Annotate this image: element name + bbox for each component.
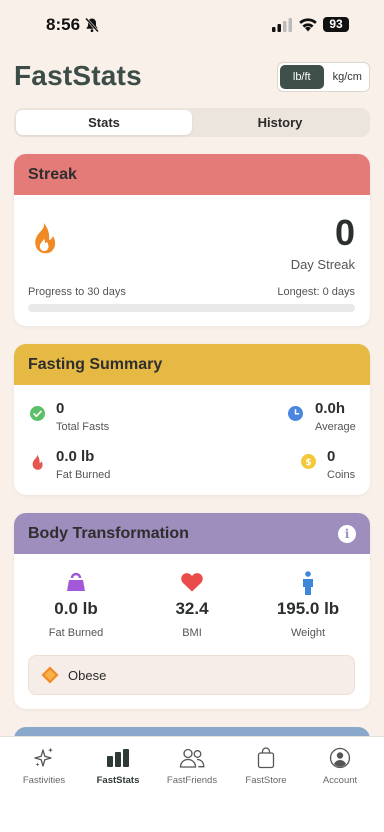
fasting-summary-header: Fasting Summary xyxy=(14,344,370,385)
heart-icon xyxy=(181,573,203,592)
streak-progress-bar xyxy=(28,304,355,312)
streak-progress-label: Progress to 30 days xyxy=(28,286,126,298)
tab-bar-label: FastFriends xyxy=(166,775,218,786)
fasting-summary-title: Fasting Summary xyxy=(28,355,163,373)
shopping-bag-icon xyxy=(257,747,275,769)
person-icon xyxy=(303,571,313,595)
tab-bar-item-faststore[interactable]: FastStore xyxy=(228,745,304,786)
svg-text:$: $ xyxy=(305,458,311,468)
bmi-metric: 32.4 BMI xyxy=(137,571,247,639)
body-transformation-title: Body Transformation xyxy=(28,524,189,542)
weight-metric-value: 195.0 lb xyxy=(276,599,340,618)
sparkles-icon xyxy=(34,747,54,767)
streak-count-label: Day Streak xyxy=(290,257,355,272)
total-fasts-value: 0 xyxy=(56,400,65,417)
tab-history[interactable]: History xyxy=(192,110,368,135)
streak-count: 0 xyxy=(334,212,355,253)
tab-bar-label: Fastivities xyxy=(22,775,66,786)
view-tabs: Stats History xyxy=(14,108,370,137)
bottom-tab-bar: Fastivities FastStats FastFriends FastSt… xyxy=(0,736,384,832)
status-time: 8:56 xyxy=(46,15,81,34)
longest-streak-label: Longest: 0 days xyxy=(277,286,355,298)
people-icon xyxy=(179,748,205,768)
unit-option-imperial[interactable]: lb/ft xyxy=(280,65,324,89)
tab-stats[interactable]: Stats xyxy=(16,110,192,135)
fat-burned-metric-label: Fat Burned xyxy=(48,627,104,639)
streak-card: Streak 0 Day Streak Progress to 30 days … xyxy=(14,154,370,326)
average-stat: 0.0h Average xyxy=(288,400,358,436)
fat-burned-metric-value: 0.0 lb xyxy=(54,599,98,618)
cellular-signal-icon xyxy=(272,18,292,32)
battery-indicator: 93 xyxy=(323,17,349,32)
streak-title: Streak xyxy=(28,165,77,183)
tab-bar-item-faststats[interactable]: FastStats xyxy=(80,745,156,786)
average-value: 0.0h xyxy=(315,400,346,417)
coins-label: Coins xyxy=(327,469,356,481)
fasting-summary-card: Fasting Summary 0 Total Fasts 0.0h Avera… xyxy=(14,344,370,495)
status-bar: 8:56 93 xyxy=(0,0,384,50)
tab-bar-label: Account xyxy=(322,775,358,786)
fat-burned-label: Fat Burned xyxy=(56,469,111,481)
person-circle-icon xyxy=(329,747,351,769)
fat-burned-stat: 0.0 lb Fat Burned xyxy=(30,448,150,484)
bmi-category-label: Obese xyxy=(68,667,107,683)
kettlebell-icon xyxy=(67,572,85,591)
bar-chart-icon xyxy=(107,749,129,767)
total-fasts-stat: 0 Total Fasts xyxy=(30,400,150,436)
body-transformation-card: Body Transformation i 0.0 lb Fat Burned … xyxy=(14,513,370,709)
bmi-category-badge: Obese xyxy=(28,655,355,695)
page-title: FastStats xyxy=(14,60,142,91)
total-fasts-label: Total Fasts xyxy=(56,421,110,433)
tab-bar-item-fastfriends[interactable]: FastFriends xyxy=(154,745,230,786)
tab-bar-item-account[interactable]: Account xyxy=(302,745,378,786)
unit-option-metric[interactable]: kg/cm xyxy=(326,63,370,91)
weight-metric: 195.0 lb Weight xyxy=(253,571,363,639)
average-label: Average xyxy=(315,421,356,433)
bell-off-icon xyxy=(85,17,99,33)
bmi-metric-value: 32.4 xyxy=(175,599,209,618)
coins-value: 0 xyxy=(327,448,336,465)
unit-toggle[interactable]: lb/ft kg/cm xyxy=(277,62,370,92)
tab-bar-label: FastStats xyxy=(96,775,140,786)
body-transformation-header: Body Transformation i xyxy=(14,513,370,554)
weight-metric-label: Weight xyxy=(290,627,326,639)
flame-icon xyxy=(32,454,43,470)
streak-card-header: Streak xyxy=(14,154,370,195)
wifi-icon xyxy=(299,18,317,32)
fat-burned-metric: 0.0 lb Fat Burned xyxy=(21,571,131,639)
tab-bar-label: FastStore xyxy=(245,775,287,786)
flame-icon xyxy=(35,223,56,254)
coins-stat: $ 0 Coins xyxy=(301,448,361,484)
checkmark-icon xyxy=(30,406,45,421)
info-icon[interactable]: i xyxy=(338,524,356,543)
bmi-metric-label: BMI xyxy=(182,627,202,639)
coin-icon: $ xyxy=(301,454,316,469)
fat-burned-value: 0.0 lb xyxy=(56,448,95,465)
tab-bar-item-fastivities[interactable]: Fastivities xyxy=(6,745,82,786)
diamond-icon xyxy=(41,666,59,684)
clock-icon xyxy=(288,406,303,421)
